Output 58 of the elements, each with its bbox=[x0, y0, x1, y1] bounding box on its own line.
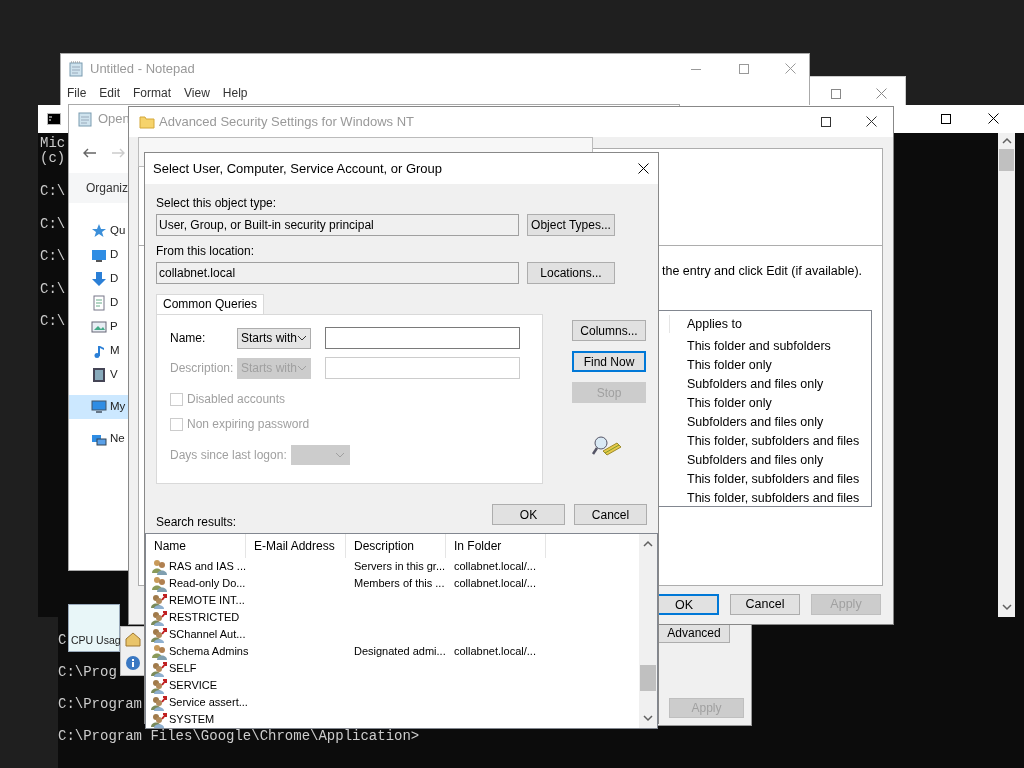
console-line: C:\Prog bbox=[58, 663, 117, 682]
table-cell-text: Schema Admins bbox=[169, 644, 249, 660]
table-cell-text: collabnet.local/... bbox=[454, 559, 536, 575]
console-line: C:\ bbox=[40, 182, 66, 201]
instruction-text: the entry and click Edit (if available). bbox=[662, 263, 863, 280]
field-label: Search results: bbox=[156, 516, 237, 529]
label: CPU Usag bbox=[71, 633, 121, 649]
sidebar-label: V bbox=[110, 367, 118, 383]
table-cell-text: Members of this ... bbox=[354, 576, 445, 592]
table-cell-text: Designated admi... bbox=[354, 644, 446, 660]
console-line: C:\ bbox=[40, 312, 66, 331]
table-cell-text: RESTRICTED bbox=[169, 610, 240, 626]
table-cell-text: collabnet.local/... bbox=[454, 576, 536, 592]
table-cell-text: This folder, subfolders and files bbox=[687, 490, 860, 507]
table-cell-text: REMOTE INT... bbox=[169, 593, 245, 609]
table-cell-text: Service assert... bbox=[169, 695, 248, 711]
sidebar-label: D bbox=[110, 247, 119, 263]
console-line: C:\ bbox=[40, 279, 66, 299]
read-only-field: collabnet.local bbox=[156, 262, 519, 284]
table-cell-text: SERVICE bbox=[169, 678, 218, 694]
field-label: From this location: bbox=[156, 244, 255, 258]
sidebar-label: M bbox=[110, 343, 120, 359]
table-cell-text: SYSTEM bbox=[169, 712, 215, 728]
table-cell-text: Servers in this gr... bbox=[354, 559, 446, 575]
sidebar-label: My bbox=[110, 399, 126, 415]
table-cell-text: SELF bbox=[169, 661, 197, 677]
field-label: Name: bbox=[170, 330, 207, 347]
window-title: Advanced Security Settings for Windows NT bbox=[159, 113, 415, 132]
read-only-field: User, Group, or Built-in security principal bbox=[156, 214, 519, 236]
table-cell-text: This folder, subfolders and files bbox=[687, 433, 860, 450]
table-cell-text: This folder only bbox=[687, 357, 772, 374]
table-cell-text: Read-only Do... bbox=[169, 576, 246, 592]
sidebar-label: Qu bbox=[110, 223, 126, 239]
field-label: Description: bbox=[170, 360, 235, 377]
field-label: Days since last logon: bbox=[170, 447, 287, 464]
sidebar-label: D bbox=[110, 295, 119, 311]
table-cell-text: Subfolders and files only bbox=[687, 452, 824, 469]
console-line: (c) bbox=[40, 151, 66, 166]
table-cell-text: This folder, subfolders and files bbox=[687, 471, 860, 488]
dialog-title: Select User, Computer, Service Account, or Group bbox=[153, 159, 443, 178]
sidebar-label: D bbox=[110, 271, 119, 287]
table-cell-text: This folder only bbox=[687, 395, 772, 412]
console-line: C:\ bbox=[40, 247, 66, 266]
console-line: C bbox=[58, 631, 67, 650]
sidebar-label: Ne bbox=[110, 431, 125, 447]
table-cell-text: This folder and subfolders bbox=[687, 338, 831, 355]
table-cell-text: SChannel Aut... bbox=[169, 627, 246, 643]
table-cell-text: collabnet.local/... bbox=[454, 644, 536, 660]
window-title: Untitled - Notepad bbox=[90, 59, 195, 78]
console-line: C:\Program bbox=[58, 695, 142, 714]
table-cell-text: Subfolders and files only bbox=[687, 376, 824, 393]
console-line: C:\ bbox=[40, 214, 66, 234]
table-cell-text: Subfolders and files only bbox=[687, 414, 824, 431]
table-cell-text: RAS and IAS ... bbox=[169, 559, 247, 575]
sidebar-label: P bbox=[110, 319, 118, 335]
console-line: Mic bbox=[40, 136, 66, 151]
console-line: C:\Program Files\Google\Chrome\Application> bbox=[58, 727, 420, 746]
field-label: Select this object type: bbox=[156, 196, 277, 210]
